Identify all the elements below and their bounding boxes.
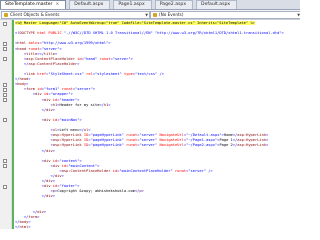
dropdown-value: (No Events): [159, 12, 184, 17]
collapse-icon[interactable]: -: [3, 87, 7, 93]
collapse-icon[interactable]: -: [3, 164, 7, 169]
tab-page2-aspx[interactable]: Page2.aspx: [154, 0, 194, 9]
code-line[interactable]: <%@ Master Language="C#" AutoEventWireup…: [15, 21, 255, 26]
client-objects-dropdown[interactable]: Client Objects & Events ▼: [1, 11, 150, 19]
code-line[interactable]: </asp:ContentPlaceHolder>: [15, 62, 80, 67]
code-line[interactable]: <link href="StyleSheet.css" rel="stylesh…: [15, 72, 164, 77]
chevron-down-icon: ▼: [297, 13, 300, 17]
chevron-down-icon: ▼: [145, 13, 148, 17]
tab-page1-aspx[interactable]: Page1.aspx: [113, 0, 152, 9]
code-editor[interactable]: <%@ Master Language="C#" AutoEventWireup…: [0, 20, 300, 229]
collapse-icon[interactable]: -: [3, 47, 7, 52]
tab-label: Page1.aspx: [118, 2, 145, 7]
tab-label: Default.aspx: [74, 2, 104, 7]
collapse-icon[interactable]: -: [3, 21, 7, 27]
event-icon: [153, 13, 157, 17]
collapse-icon[interactable]: -: [3, 41, 7, 47]
events-dropdown[interactable]: (No Events) ▼: [150, 11, 300, 19]
change-tracking-bar: [12, 20, 14, 229]
collapse-icon[interactable]: -: [3, 118, 7, 123]
close-icon[interactable]: ×: [55, 2, 59, 7]
code-line[interactable]: </div>: [15, 149, 55, 154]
document-tab-strip: SiteTemplate.master × Default.aspx Page1.…: [0, 0, 300, 10]
code-line[interactable]: <!DOCTYPE html PUBLIC "-//W3C//DTD XHTML…: [15, 31, 284, 36]
tab-label: Page2.aspx: [159, 2, 187, 7]
collapse-icon[interactable]: -: [3, 159, 7, 164]
code-line[interactable]: <div id="mainNav">: [15, 118, 82, 123]
collapse-icon[interactable]: -: [3, 184, 7, 190]
tab-default-aspx[interactable]: Default.aspx: [69, 0, 111, 9]
code-line[interactable]: </div>: [15, 108, 55, 113]
code-line[interactable]: </html>: [15, 225, 31, 229]
tab-sitetemplate-master[interactable]: SiteTemplate.master ×: [0, 0, 67, 9]
tab-label: Default.aspx: [201, 2, 231, 7]
collapse-icon[interactable]: -: [3, 92, 7, 98]
code-line[interactable]: </div>: [15, 194, 55, 199]
navigation-bar: Client Objects & Events ▼ (No Events) ▼: [0, 10, 300, 20]
collapse-icon[interactable]: -: [3, 57, 7, 62]
collapse-icon[interactable]: -: [3, 98, 7, 103]
object-icon: [4, 13, 8, 17]
tab-label: SiteTemplate.master: [5, 2, 53, 7]
collapse-icon[interactable]: -: [3, 82, 7, 88]
tab-default-aspx-2[interactable]: Default.aspx: [196, 0, 238, 9]
dropdown-value: Client Objects & Events: [10, 12, 60, 17]
vs-editor-window: SiteTemplate.master × Default.aspx Page1.…: [0, 0, 300, 229]
